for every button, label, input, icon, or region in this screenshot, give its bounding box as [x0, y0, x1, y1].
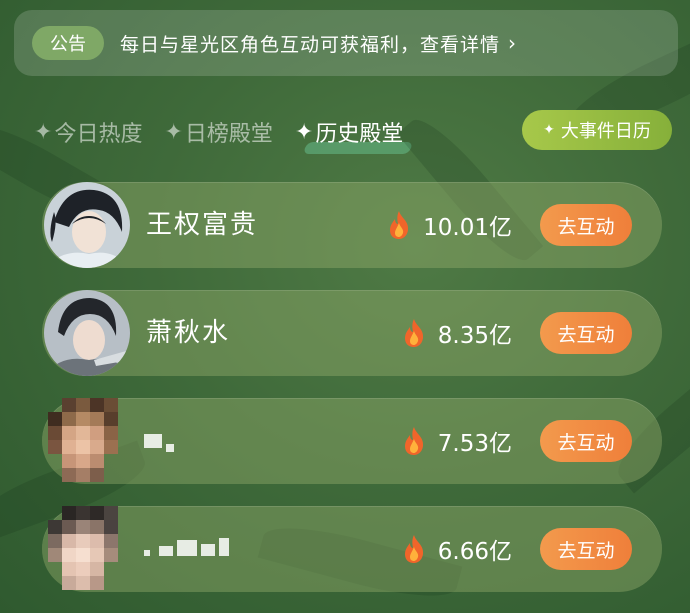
heat-number: 8.35亿 [437, 323, 512, 349]
heat-number: 7.53亿 [437, 431, 512, 457]
heat-value: 8.35亿 [402, 290, 512, 376]
tab-history-hall[interactable]: ✦ 历史殿堂 [295, 116, 403, 148]
interact-button[interactable]: 去互动 [540, 312, 632, 354]
avatar[interactable] [44, 182, 130, 268]
announcement-badge: 公告 [32, 26, 104, 60]
ranking-row: 萧秋水 8.35亿 去互动 [42, 290, 662, 376]
avatar[interactable] [44, 398, 130, 484]
tab-daily-hall[interactable]: ✦ 日榜殿堂 [164, 116, 272, 148]
ranking-row: 7.53亿 去互动 [42, 398, 662, 484]
ranking-row: 6.66亿 去互动 [42, 506, 662, 592]
interact-button[interactable]: 去互动 [540, 420, 632, 462]
sparkle-icon: ✦ [34, 119, 53, 145]
character-name-redacted [144, 428, 187, 454]
tab-label: 日榜殿堂 [184, 122, 273, 147]
character-name: 萧秋水 [146, 318, 231, 348]
chevron-right-icon: › [508, 31, 517, 55]
character-name-redacted [144, 536, 242, 562]
avatar[interactable] [44, 290, 130, 376]
event-calendar-button[interactable]: ✦ 大事件日历 [522, 110, 672, 150]
tab-label: 今日热度 [54, 122, 143, 147]
heat-value: 6.66亿 [402, 506, 512, 592]
announcement-bar[interactable]: 公告 每日与星光区角色互动可获福利，查看详情 › [14, 10, 678, 76]
character-name: 王权富贵 [146, 210, 259, 240]
sparkle-icon: ✦ [164, 119, 183, 145]
fire-icon [404, 535, 423, 563]
ranking-row: 王权富贵 10.01亿 去互动 [42, 182, 662, 268]
interact-button[interactable]: 去互动 [540, 528, 632, 570]
tab-today-heat[interactable]: ✦ 今日热度 [34, 116, 142, 148]
fire-icon [390, 211, 409, 239]
heat-value: 10.01亿 [387, 182, 512, 268]
event-calendar-label: 大事件日历 [560, 121, 651, 142]
sparkle-icon: ✦ [294, 119, 314, 145]
ranking-tabs: ✦ 今日热度 ✦ 日榜殿堂 ✦ 历史殿堂 [34, 112, 425, 152]
avatar[interactable] [44, 506, 130, 592]
heat-number: 10.01亿 [423, 215, 512, 241]
heat-value: 7.53亿 [402, 398, 512, 484]
fire-icon [404, 427, 423, 455]
sparkle-icon: ✦ [543, 122, 555, 138]
fire-icon [404, 319, 423, 347]
announcement-text: 每日与星光区角色互动可获福利，查看详情 [120, 33, 501, 56]
tab-label: 历史殿堂 [315, 122, 404, 147]
interact-button[interactable]: 去互动 [540, 204, 632, 246]
heat-number: 6.66亿 [437, 539, 512, 565]
